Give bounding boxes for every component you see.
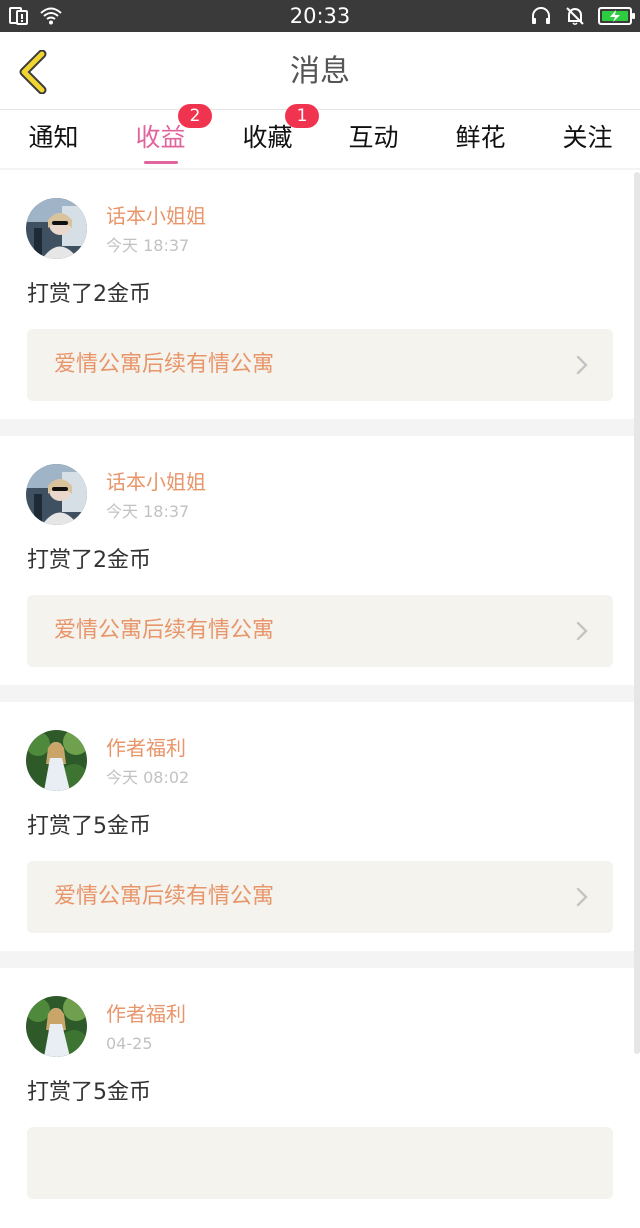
avatar[interactable]	[26, 730, 87, 791]
message-text: 打赏了5金币	[27, 1080, 151, 1105]
username[interactable]: 话本小姐姐	[106, 203, 206, 229]
message-text: 打赏了2金币	[27, 548, 151, 573]
message-card: 话本小姐姐 今天 18:37 打赏了2金币 爱情公寓后续有情公寓	[0, 170, 640, 419]
chevron-right-icon	[576, 887, 588, 907]
active-tab-indicator	[143, 161, 178, 164]
battery-charging-icon	[598, 7, 635, 25]
tab-label: 收藏	[242, 123, 293, 152]
message-text: 打赏了2金币	[27, 282, 151, 307]
book-title: 爱情公寓后续有情公寓	[54, 884, 275, 909]
book-link[interactable]: 爱情公寓后续有情公寓	[27, 329, 613, 401]
headset-icon	[532, 7, 550, 24]
message-list: 话本小姐姐 今天 18:37 打赏了2金币 爱情公寓后续有情公寓 话本小姐姐 今…	[0, 170, 640, 1228]
avatar[interactable]	[26, 198, 87, 259]
tab-label: 鲜花	[455, 123, 506, 152]
girl-in-forest-photo	[26, 730, 87, 791]
girl-in-forest-photo	[26, 996, 87, 1057]
page-title: 消息	[290, 54, 350, 89]
username[interactable]: 作者福利	[106, 1001, 186, 1027]
message-text: 打赏了5金币	[27, 814, 151, 839]
message-card: 话本小姐姐 今天 18:37 打赏了2金币 爱情公寓后续有情公寓	[0, 436, 640, 685]
mute-bell-icon	[566, 7, 584, 26]
book-title: 爱情公寓后续有情公寓	[54, 352, 275, 377]
chevron-right-icon	[576, 621, 588, 641]
book-title: 爱情公寓后续有情公寓	[54, 618, 275, 643]
timestamp: 今天 18:37	[106, 236, 190, 255]
woman-in-car-photo	[26, 198, 87, 259]
timestamp: 04-25	[106, 1034, 153, 1053]
tab-label: 互动	[348, 123, 399, 152]
tab-badge: 1	[285, 104, 319, 128]
message-card: 作者福利 04-25 打赏了5金币	[0, 968, 640, 1228]
tab-label: 收益	[135, 123, 186, 152]
message-card: 作者福利 今天 08:02 打赏了5金币 爱情公寓后续有情公寓	[0, 702, 640, 951]
book-link[interactable]: 爱情公寓后续有情公寓	[27, 595, 613, 667]
tab-flowers[interactable]: 鲜花	[427, 110, 534, 168]
username[interactable]: 话本小姐姐	[106, 469, 206, 495]
avatar[interactable]	[26, 464, 87, 525]
tab-interaction[interactable]: 互动	[320, 110, 427, 168]
status-bar: 20:33	[0, 0, 640, 32]
tab-notice[interactable]: 通知	[0, 110, 107, 168]
tab-follow[interactable]: 关注	[534, 110, 640, 168]
tab-label: 关注	[562, 123, 613, 152]
tab-favorites[interactable]: 收藏 1	[214, 104, 321, 168]
timestamp: 今天 08:02	[106, 768, 190, 787]
tab-label: 通知	[28, 123, 79, 152]
tab-badge: 2	[178, 104, 212, 128]
app-header: 消息	[0, 32, 640, 110]
scrollbar[interactable]	[634, 172, 640, 1054]
tab-bar: 通知 收益 2 收藏 1 互动 鲜花 关注	[0, 104, 640, 168]
woman-in-car-photo	[26, 464, 87, 525]
chevron-right-icon	[576, 355, 588, 375]
username[interactable]: 作者福利	[106, 735, 186, 761]
avatar[interactable]	[26, 996, 87, 1057]
book-link[interactable]: 爱情公寓后续有情公寓	[27, 861, 613, 933]
tab-earnings[interactable]: 收益 2	[107, 104, 214, 168]
timestamp: 今天 18:37	[106, 502, 190, 521]
